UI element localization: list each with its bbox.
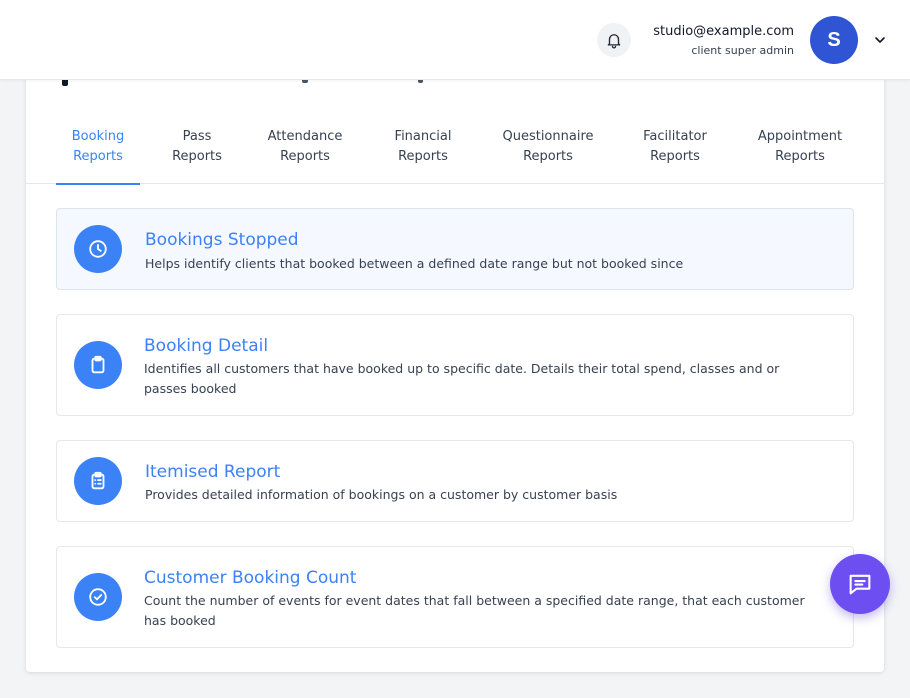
- tab-label: Pass: [182, 129, 212, 144]
- clock-icon: [74, 225, 122, 273]
- tab-appointment-reports[interactable]: Appointment Reports: [748, 118, 852, 184]
- tab-label: Questionnaire: [502, 129, 594, 144]
- tab-booking-reports[interactable]: Booking Reports: [56, 118, 140, 185]
- tab-label: Facilitator: [643, 129, 707, 144]
- tab-label: Reports: [172, 149, 222, 164]
- report-title: Itemised Report: [145, 462, 281, 482]
- tab-label: Reports: [280, 149, 330, 164]
- tab-label: Booking: [71, 129, 125, 144]
- report-title: Customer Booking Count: [144, 568, 357, 588]
- tab-label: Reports: [523, 149, 573, 164]
- bell-icon[interactable]: [597, 23, 631, 57]
- report-item-itemised-report[interactable]: Itemised Report Provides detailed inform…: [56, 440, 854, 522]
- report-item-customer-booking-count[interactable]: Customer Booking Count Count the number …: [56, 546, 854, 648]
- tab-pass-reports[interactable]: Pass Reports: [158, 118, 236, 184]
- report-tabs: Booking Reports Pass Reports Attendance …: [26, 118, 884, 185]
- chat-icon: [849, 574, 871, 595]
- tab-label: Reports: [775, 149, 825, 164]
- avatar[interactable]: S: [810, 16, 858, 64]
- tab-facilitator-reports[interactable]: Facilitator Reports: [630, 118, 720, 184]
- report-description: Count the number of events for event dat…: [144, 593, 805, 628]
- check-circle-icon: [74, 573, 122, 621]
- clipboard-icon: [74, 341, 122, 389]
- tab-label: Reports: [650, 149, 700, 164]
- chevron-down-icon[interactable]: [872, 32, 888, 48]
- tab-attendance-reports[interactable]: Attendance Reports: [258, 118, 352, 184]
- tab-financial-reports[interactable]: Financial Reports: [382, 118, 464, 184]
- report-description: Helps identify clients that booked betwe…: [145, 256, 684, 271]
- report-description: Provides detailed information of booking…: [145, 487, 618, 502]
- top-bar: studio@example.com client super admin S: [0, 0, 910, 80]
- report-title: Bookings Stopped: [145, 230, 299, 250]
- user-role: client super admin: [691, 44, 794, 57]
- report-item-booking-detail[interactable]: Booking Detail Identifies all customers …: [56, 314, 854, 416]
- report-description: Identifies all customers that have booke…: [144, 361, 780, 396]
- tab-label: Appointment: [757, 129, 843, 144]
- chat-button[interactable]: [830, 554, 890, 614]
- tab-label: Financial: [394, 129, 452, 144]
- tab-label: Attendance: [267, 129, 343, 144]
- report-item-bookings-stopped[interactable]: Bookings Stopped Helps identify clients …: [56, 208, 854, 290]
- report-title: Booking Detail: [144, 336, 269, 356]
- tab-questionnaire-reports[interactable]: Questionnaire Reports: [496, 118, 600, 184]
- tab-label: Reports: [73, 149, 123, 164]
- tab-label: Reports: [398, 149, 448, 164]
- user-email: studio@example.com: [653, 24, 794, 39]
- clipboard-list-icon: [74, 457, 122, 505]
